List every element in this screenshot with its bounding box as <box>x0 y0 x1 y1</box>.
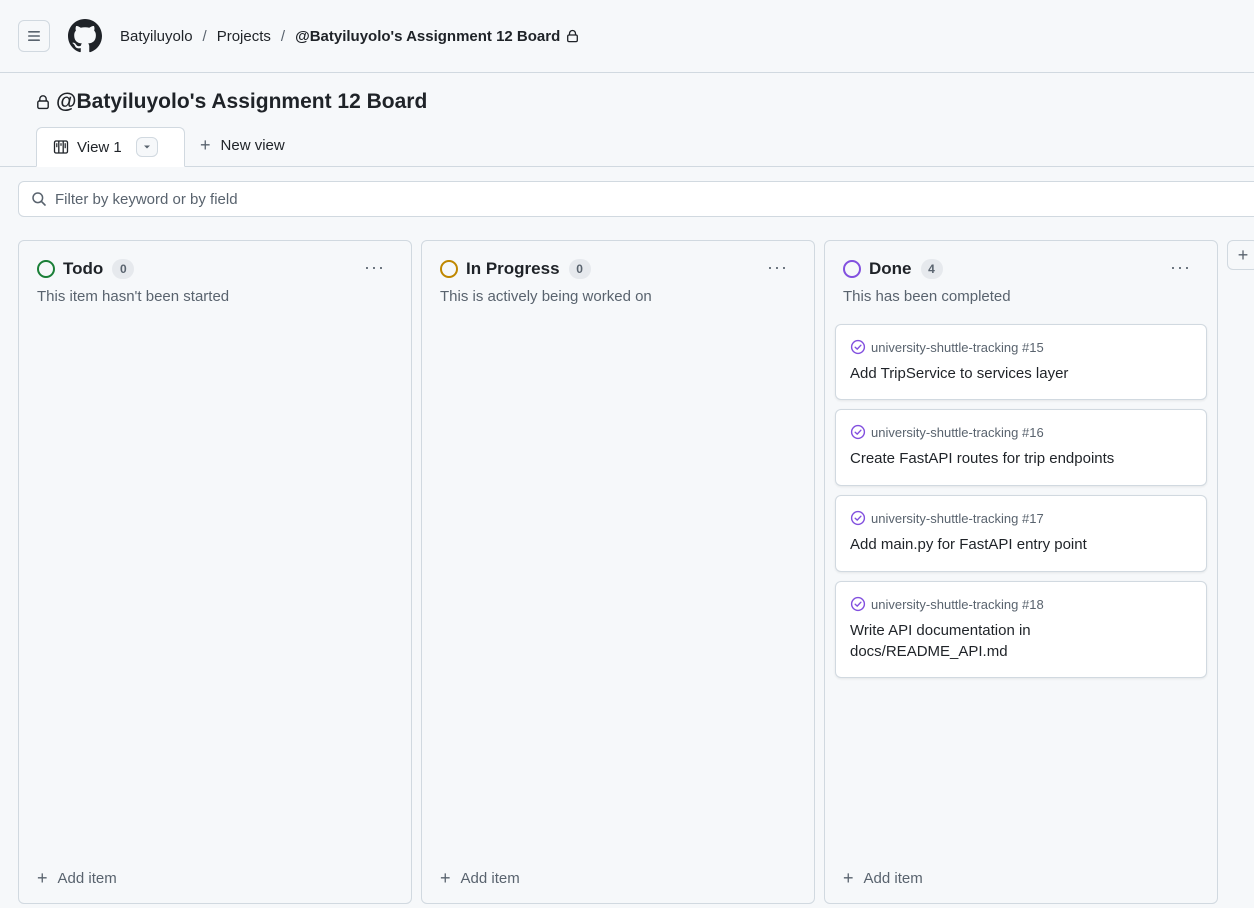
card-title[interactable]: Create FastAPI routes for trip endpoints <box>850 448 1192 469</box>
breadcrumb-separator: / <box>202 27 207 45</box>
item-count-badge: 0 <box>568 259 591 279</box>
column-title: In Progress <box>466 259 560 278</box>
card-title[interactable]: Add main.py for FastAPI entry point <box>850 534 1192 555</box>
plus-icon: + <box>440 868 451 888</box>
new-view-label: New view <box>220 136 285 154</box>
item-count-badge: 0 <box>112 259 135 279</box>
check-circle-icon <box>850 510 866 526</box>
column-description: This is actively being worked on <box>440 288 652 305</box>
board-card[interactable]: university-shuttle-tracking #17 Add main… <box>835 495 1207 572</box>
column-header: Done 4 <box>843 259 943 279</box>
column-title: Todo <box>63 259 104 278</box>
new-view-button[interactable]: + New view <box>200 136 285 154</box>
column-header: Todo 0 <box>37 259 135 279</box>
view-tabs: View 1 + New view <box>0 127 1254 167</box>
card-meta: university-shuttle-tracking #16 <box>850 424 1192 440</box>
card-title[interactable]: Write API documentation in docs/README_A… <box>850 620 1090 662</box>
column-in-progress: In Progress 0 ··· This is actively being… <box>421 240 815 904</box>
check-circle-icon <box>850 424 866 440</box>
add-item-button[interactable]: + Add item <box>37 868 117 889</box>
filter-placeholder: Filter by keyword or by field <box>55 190 238 208</box>
breadcrumb-project[interactable]: @Batyiluyolo's Assignment 12 Board <box>295 28 560 45</box>
card-repo[interactable]: university-shuttle-tracking #17 <box>871 511 1044 526</box>
view-options-dropdown[interactable] <box>135 137 158 157</box>
board-card[interactable]: university-shuttle-tracking #15 Add Trip… <box>835 324 1207 400</box>
hamburger-icon <box>28 31 40 41</box>
card-title[interactable]: Add TripService to services layer <box>850 363 1192 384</box>
project-title: @Batyiluyolo's Assignment 12 Board <box>56 90 428 113</box>
breadcrumb-separator: / <box>280 27 286 45</box>
plus-icon: + <box>1237 244 1249 265</box>
status-circle-icon <box>843 260 861 278</box>
plus-icon: + <box>843 868 854 888</box>
card-meta: university-shuttle-tracking #17 <box>850 510 1192 526</box>
top-nav: Batyiluyolo / Projects / @Batyiluyolo's … <box>0 0 1254 73</box>
breadcrumb-projects[interactable]: Projects <box>217 28 271 45</box>
column-todo: Todo 0 ··· This item hasn't been started… <box>18 240 412 904</box>
card-meta: university-shuttle-tracking #18 <box>850 596 1192 612</box>
board-view-icon <box>53 139 69 155</box>
column-description: This item hasn't been started <box>37 288 230 305</box>
card-repo[interactable]: university-shuttle-tracking #15 <box>871 340 1044 355</box>
add-item-label: Add item <box>863 870 923 887</box>
filter-input[interactable]: Filter by keyword or by field <box>18 181 1254 217</box>
column-menu-button[interactable]: ··· <box>767 257 788 278</box>
board-card[interactable]: university-shuttle-tracking #16 Create F… <box>835 409 1207 486</box>
column-done: Done 4 ··· This has been completed unive… <box>824 240 1218 904</box>
item-count-badge: 4 <box>920 259 943 279</box>
add-item-label: Add item <box>57 870 117 887</box>
column-menu-button[interactable]: ··· <box>1170 257 1191 278</box>
check-circle-icon <box>850 339 866 355</box>
column-title: Done <box>869 259 912 278</box>
lock-icon <box>566 29 579 43</box>
plus-icon: + <box>37 868 48 888</box>
breadcrumb-owner[interactable]: Batyiluyolo <box>120 28 193 45</box>
page-title: @Batyiluyolo's Assignment 12 Board <box>36 90 427 114</box>
card-meta: university-shuttle-tracking #15 <box>850 339 1192 355</box>
tab-view-1[interactable]: View 1 <box>36 127 185 167</box>
breadcrumb: Batyiluyolo / Projects / @Batyiluyolo's … <box>120 28 579 45</box>
add-item-button[interactable]: + Add item <box>440 868 520 889</box>
chevron-down-icon <box>143 145 150 149</box>
card-repo[interactable]: university-shuttle-tracking #18 <box>871 597 1044 612</box>
check-circle-icon <box>850 596 866 612</box>
github-logo-icon[interactable] <box>68 19 102 53</box>
search-icon <box>31 191 47 207</box>
lock-icon <box>36 94 50 110</box>
board-card[interactable]: university-shuttle-tracking #18 Write AP… <box>835 581 1207 678</box>
column-header: In Progress 0 <box>440 259 591 279</box>
plus-icon: + <box>200 135 211 155</box>
add-column-button[interactable]: + <box>1227 240 1254 270</box>
status-circle-icon <box>37 260 55 278</box>
status-circle-icon <box>440 260 458 278</box>
card-repo[interactable]: university-shuttle-tracking #16 <box>871 425 1044 440</box>
menu-button[interactable] <box>18 20 50 52</box>
tab-view-1-label: View 1 <box>77 138 122 156</box>
add-item-label: Add item <box>460 870 520 887</box>
add-item-button[interactable]: + Add item <box>843 868 923 889</box>
column-menu-button[interactable]: ··· <box>364 257 385 278</box>
column-description: This has been completed <box>843 288 1011 305</box>
